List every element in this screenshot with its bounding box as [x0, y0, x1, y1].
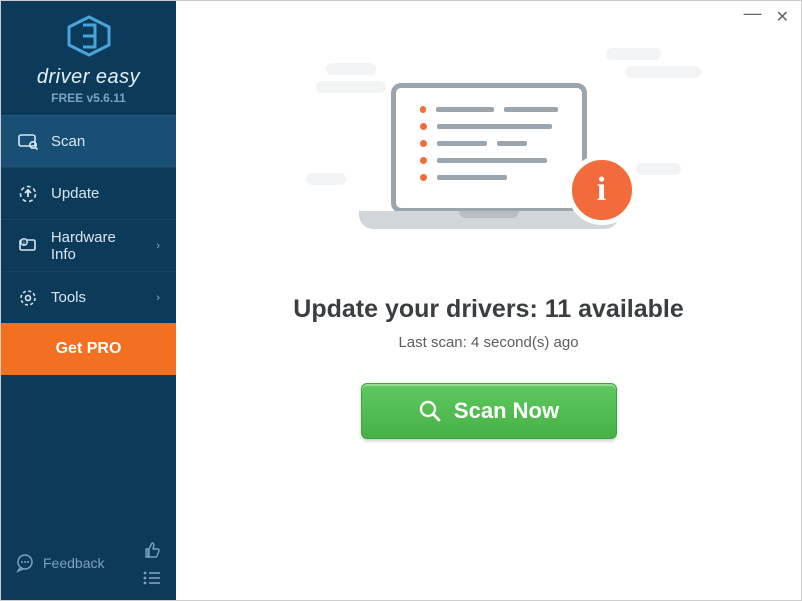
chevron-right-icon: › [156, 240, 160, 252]
content: i Update your drivers: 11 available Last… [176, 33, 801, 600]
feedback-label: Feedback [43, 555, 104, 571]
available-count: 11 [545, 295, 571, 323]
illustration: i [359, 83, 619, 263]
list-icon[interactable] [142, 570, 162, 586]
sidebar-item-label: Hardware Info [51, 229, 145, 263]
hardware-info-icon: i [17, 237, 39, 255]
brand-version: FREE v5.6.11 [1, 91, 176, 105]
update-icon [17, 184, 39, 204]
feedback-icon [15, 553, 35, 573]
sidebar-item-label: Scan [51, 133, 85, 150]
sidebar: driver easy FREE v5.6.11 Scan Update i H… [1, 1, 176, 600]
scan-now-button[interactable]: Scan Now [361, 383, 617, 439]
search-icon [418, 399, 442, 423]
sidebar-item-scan[interactable]: Scan [1, 115, 176, 167]
sidebar-bottom: Feedback [1, 530, 176, 600]
feedback-button[interactable]: Feedback [15, 553, 104, 573]
laptop-screen [391, 83, 587, 213]
get-pro-label: Get PRO [56, 340, 122, 358]
headline-suffix: available [571, 295, 684, 323]
logo-icon [65, 15, 113, 57]
scan-button-label: Scan Now [454, 398, 559, 424]
nav: Scan Update i Hardware Info › Tools › Ge… [1, 115, 176, 375]
sidebar-item-label: Update [51, 185, 99, 202]
main-panel: — ✕ i Update your drivers: 11 avail [176, 1, 801, 600]
sidebar-item-update[interactable]: Update [1, 167, 176, 219]
chevron-right-icon: › [156, 292, 160, 304]
lastscan-value: 4 second(s) ago [471, 334, 579, 351]
brand-block: driver easy FREE v5.6.11 [1, 1, 176, 115]
close-button[interactable]: ✕ [776, 7, 789, 27]
lastscan-prefix: Last scan: [398, 334, 471, 351]
minimize-button[interactable]: — [744, 3, 762, 24]
brand-name: driver easy [1, 66, 176, 89]
headline: Update your drivers: 11 available [293, 295, 683, 324]
info-badge-icon: i [567, 155, 637, 225]
tools-icon [17, 288, 39, 308]
thumbs-up-icon[interactable] [142, 540, 162, 560]
scan-icon [17, 133, 39, 151]
sidebar-item-hardware-info[interactable]: i Hardware Info › [1, 219, 176, 271]
get-pro-button[interactable]: Get PRO [1, 323, 176, 375]
window-controls: — ✕ [176, 1, 801, 33]
last-scan-text: Last scan: 4 second(s) ago [398, 334, 578, 351]
headline-prefix: Update your drivers: [293, 295, 544, 323]
sidebar-item-tools[interactable]: Tools › [1, 271, 176, 323]
sidebar-item-label: Tools [51, 289, 86, 306]
